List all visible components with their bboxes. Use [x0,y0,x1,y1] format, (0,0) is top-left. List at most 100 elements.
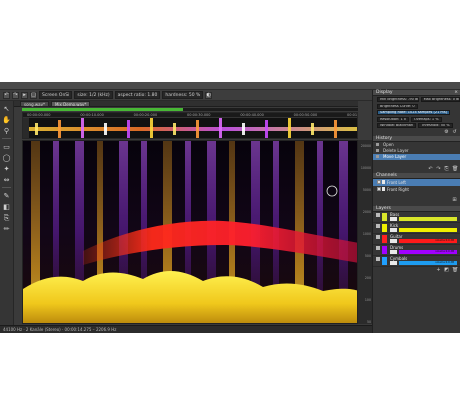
display-panel-header: Display × [373,90,460,96]
playback-progress[interactable] [22,108,358,111]
channel-label: Front Right [387,186,409,192]
settings-icon[interactable]: ⚙ [444,129,449,135]
tool-divider [2,187,11,189]
display-panel-actions: ⚙ ↺ [373,129,460,136]
waveform-transient [150,118,153,138]
app-window: ↶ ↷ ▸ □ Screen OnSi size: 1/2 (kHz) aspe… [0,82,460,333]
waveform-transient [81,118,84,138]
history-item[interactable]: Move Layer [373,153,460,160]
select-icon[interactable]: □ [30,91,37,99]
layer-row[interactable]: Bass [373,212,460,223]
layer-row[interactable]: Kick [373,223,460,234]
waveform-transient [104,123,107,135]
frequency-scale: 20000 10000 5000 2000 1000 500 200 100 50 [358,140,372,324]
eraser-tool-icon[interactable]: ◧ [2,203,11,211]
arrow-tool-icon[interactable]: ↖ [2,105,11,113]
eye-icon[interactable] [376,223,380,228]
tab-song[interactable]: song.wav* [20,101,49,107]
min-brightness-field[interactable]: Min brightness: -90 dB [377,97,419,103]
eye-icon[interactable] [376,212,380,217]
channel-checkbox[interactable] [377,180,381,184]
waveform-transient [219,118,222,138]
tool-palette: ↖ ✋ ⚲ ▭ ◯ ✦ ⇔ ✎ ◧ ⎘ ✏ [0,101,14,325]
max-brightness-field[interactable]: Max brightness: 0 dB [420,97,460,103]
frequency-tick-label: 20000 [360,144,371,148]
channel-color [382,187,385,191]
resolution-field[interactable]: Resolution: 1 x [377,116,409,122]
eye-icon[interactable] [376,256,380,261]
zoom-tool-icon[interactable]: ⚲ [2,127,11,135]
redo-icon[interactable]: ↷ [12,91,19,99]
channel-item[interactable]: Front Left [373,178,460,186]
frequency-tick-label: 50 [366,320,371,324]
hardness-field[interactable]: hardness: 50 % [162,91,204,99]
reset-icon[interactable]: ↺ [452,129,457,135]
layer-volume-bar[interactable] [399,227,457,232]
history-panel-title: History [376,135,393,141]
window-field[interactable]: Window: Blackman [377,123,417,129]
display-row: Brightness Curve: 0 [373,103,460,110]
layer-volume-bar[interactable]: volume 0.0 dB [399,238,457,243]
hand-tool-icon[interactable]: ✋ [2,116,11,124]
brush-tool-icon[interactable]: ✎ [2,192,11,200]
trash-icon[interactable]: 🗑 [452,267,458,273]
frequency-tick-label: 5000 [362,188,371,192]
copy-icon[interactable]: ⎘ [444,166,449,172]
pointer-icon[interactable]: ▸ [21,91,28,99]
merge-icon[interactable]: ⊞ [452,197,457,203]
waveform-transient [196,120,199,138]
close-icon[interactable]: × [454,90,458,96]
frequency-tick-label: 200 [364,276,371,280]
document-icon [376,155,379,158]
eye-icon[interactable] [376,234,380,239]
layer-volume-bar[interactable]: volume 0.0 dB [399,249,457,254]
layer-volume-bar[interactable]: volume 0.0 dB [399,260,457,265]
channel-checkbox[interactable] [377,187,381,191]
history-item-label: Delete Layer [383,147,409,153]
layer-volume-bar[interactable] [399,216,457,221]
display-row: Min brightness: -90 dB Max brightness: 0… [373,97,460,103]
layer-icon[interactable]: ◐ [205,91,213,99]
time-select-icon[interactable]: ⇔ [2,176,11,184]
redo-icon[interactable]: ↷ [436,166,441,172]
document-tabs: song.wav* Mix Demo.wav* [20,101,91,107]
brightness-curve-field[interactable]: Brightness Curve: 0 [377,103,418,109]
overlaps-field[interactable]: Overlaps: 1 % [411,116,442,122]
history-item-label: Move Layer [383,153,407,159]
channel-item[interactable]: Front Right [373,186,460,193]
menu-strip [0,82,460,90]
undo-icon[interactable]: ↶ [3,91,10,99]
trash-icon[interactable]: 🗑 [452,166,458,172]
channel-label: Front Left [387,179,406,185]
threshold-field[interactable]: Threshold: 50 % [418,123,453,129]
layer-mask [390,238,397,243]
right-panel: Display × Min brightness: -90 dB Max bri… [372,90,460,333]
lasso-select-icon[interactable]: ◯ [2,154,11,162]
tab-mix-demo[interactable]: Mix Demo.wav* [50,101,91,107]
layers-list: Bass Kick Guitar volume 0.0 dB Drums volume 0… [373,212,460,267]
undo-icon[interactable]: ↶ [428,166,433,172]
size-field[interactable]: size: 1/2 (kHz) [74,91,113,99]
add-layer-icon[interactable]: + [436,267,441,273]
channel-color [382,180,385,184]
layer-row[interactable]: Cymbals volume 0.0 dB [373,256,460,267]
aspect-ratio-field[interactable]: aspect ratio: 1.80 [114,91,161,99]
history-item-label: Open [383,141,394,147]
sampling-rate-field[interactable]: Sampling Rate: 1024 samples (21 ms) [377,110,451,116]
spectrogram-view[interactable] [22,140,358,324]
clone-tool-icon[interactable]: ⎘ [2,214,11,222]
status-bar: 44100 Hz · 2 Kanäle (Stereo) · 00:00:14.… [0,325,372,333]
pencil-tool-icon[interactable]: ✏ [2,225,11,233]
layer-mask [390,260,397,265]
waveform-transient [288,118,291,138]
mode-dropdown[interactable]: Screen OnSi [39,91,73,99]
layer-row[interactable]: Drums volume 0.0 dB [373,245,460,256]
eye-icon[interactable] [376,245,380,250]
waveform-overview[interactable]: 00:00:00.000 00:00:10.000 00:00:20.000 00:0… [22,112,358,139]
waveform-transient [334,120,337,138]
layer-mask-icon[interactable]: ◩ [444,267,449,273]
toolbar: ↶ ↷ ▸ □ Screen OnSi size: 1/2 (kHz) aspe… [0,90,372,101]
rect-select-icon[interactable]: ▭ [2,143,11,151]
magic-wand-icon[interactable]: ✦ [2,165,11,173]
layer-row[interactable]: Guitar volume 0.0 dB [373,234,460,245]
